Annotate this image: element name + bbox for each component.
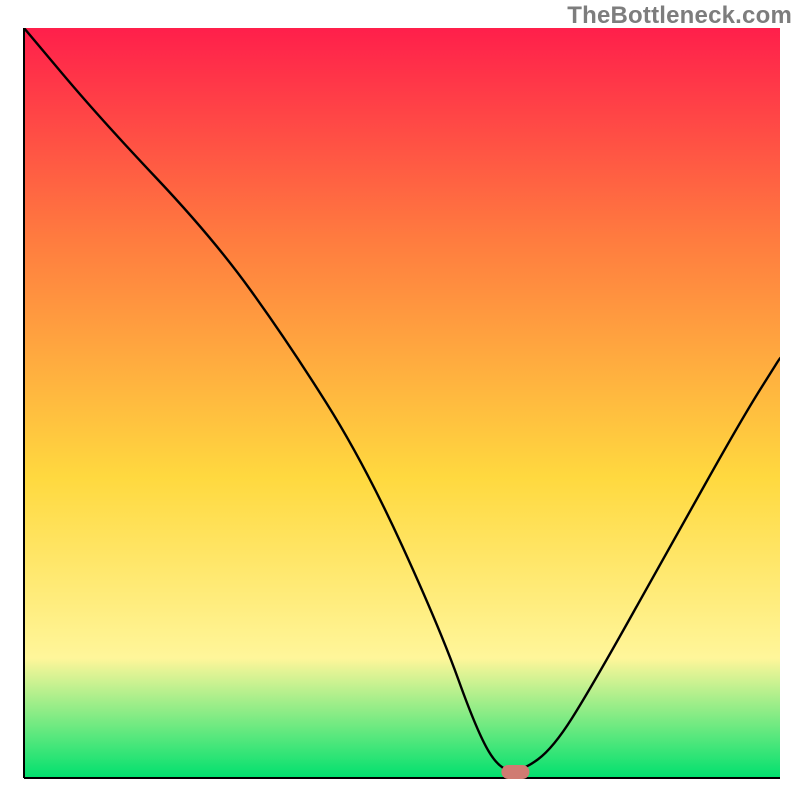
plot-svg bbox=[0, 0, 800, 800]
bottleneck-chart: TheBottleneck.com bbox=[0, 0, 800, 800]
watermark-text: TheBottleneck.com bbox=[567, 2, 792, 30]
optimal-marker bbox=[501, 765, 529, 779]
gradient-background bbox=[24, 28, 780, 778]
